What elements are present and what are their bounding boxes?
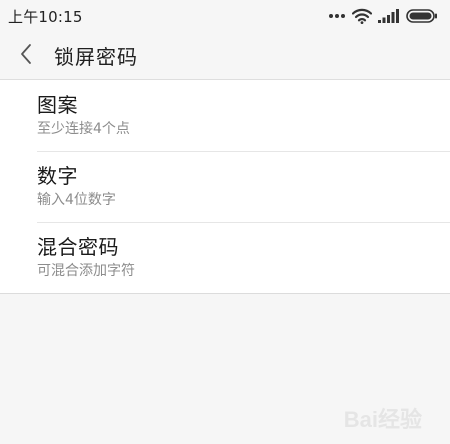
option-subtitle: 至少连接4个点 [37, 121, 130, 137]
signal-icon [378, 9, 400, 23]
chevron-left-icon [19, 43, 33, 69]
page-title: 锁屏密码 [54, 45, 138, 69]
option-subtitle: 输入4位数字 [37, 192, 116, 208]
option-pin[interactable]: 数字 输入4位数字 [0, 151, 450, 222]
lock-screen-password-screen: 上午10:15 锁屏密码 图案 至少连接4个点 数字 输入4位数字 混合密码 可… [0, 0, 450, 444]
nav-bar: 锁屏密码 [0, 32, 450, 80]
option-pattern[interactable]: 图案 至少连接4个点 [0, 80, 450, 151]
option-mixed-password[interactable]: 混合密码 可混合添加字符 [0, 222, 450, 293]
status-time: 上午10:15 [8, 7, 83, 26]
option-title: 数字 [37, 164, 78, 188]
more-dots-icon [328, 13, 346, 19]
password-type-list: 图案 至少连接4个点 数字 输入4位数字 混合密码 可混合添加字符 [0, 80, 450, 294]
option-subtitle: 可混合添加字符 [37, 263, 135, 279]
status-icons [328, 8, 438, 24]
watermark-text: Bai经验 [343, 407, 422, 432]
wifi-icon [352, 8, 372, 24]
option-title: 混合密码 [37, 235, 119, 259]
back-button[interactable] [0, 32, 52, 80]
status-bar: 上午10:15 [0, 0, 450, 32]
watermark: Bai经验 [344, 402, 422, 434]
battery-icon [406, 9, 438, 23]
option-title: 图案 [37, 93, 78, 117]
